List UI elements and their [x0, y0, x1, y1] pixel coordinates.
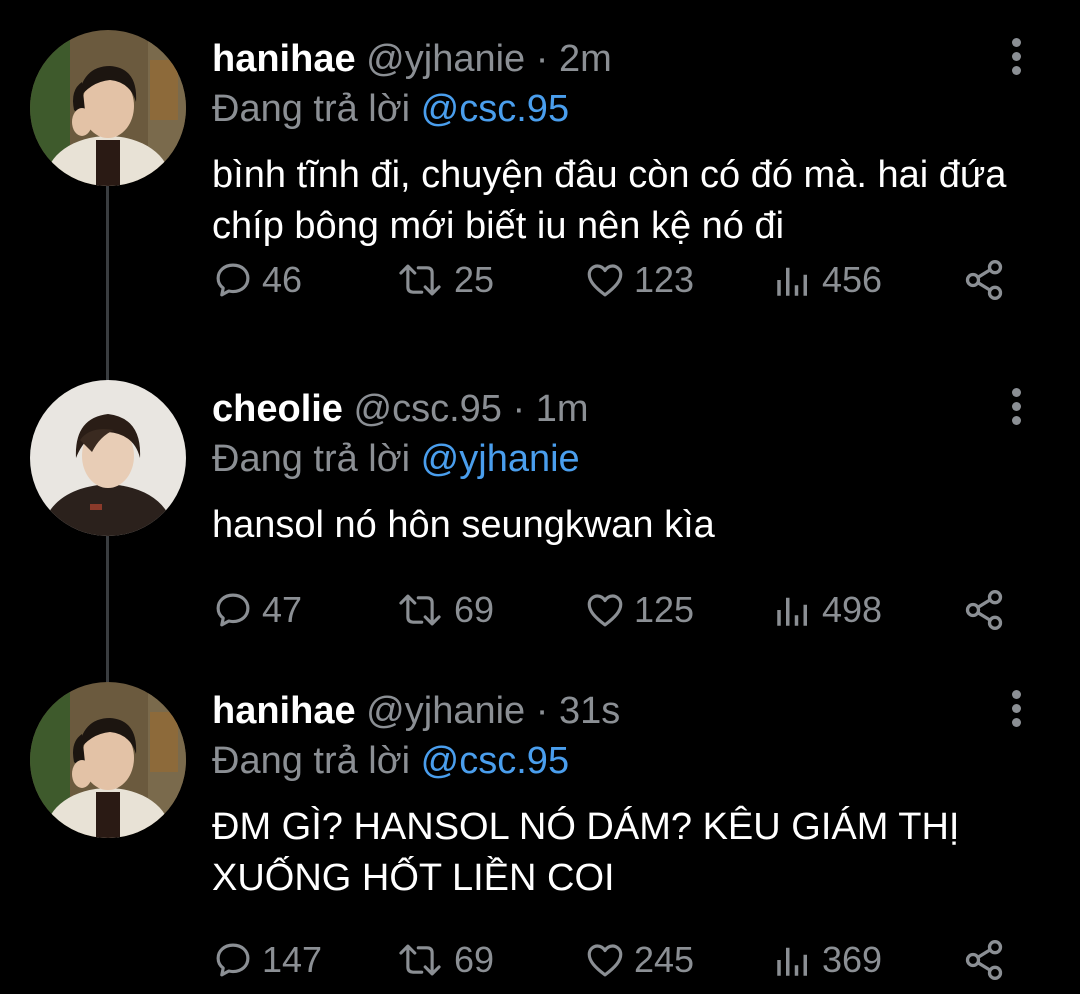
more-options-icon[interactable]: [1006, 388, 1026, 428]
avatar[interactable]: [30, 380, 186, 536]
views-button[interactable]: 456: [772, 252, 882, 308]
reply-button[interactable]: 46: [212, 252, 302, 308]
avatar-photo-hanihae: [30, 682, 186, 838]
reply-icon: [216, 943, 250, 977]
timestamp[interactable]: 1m: [536, 388, 589, 430]
replying-to: Đang trả lời @csc.95: [212, 86, 569, 132]
avatar[interactable]: [30, 682, 186, 838]
heart-icon: [587, 944, 623, 977]
display-name[interactable]: hanihae: [212, 690, 356, 732]
display-name[interactable]: cheolie: [212, 388, 343, 430]
share-button[interactable]: [962, 582, 1014, 638]
timestamp[interactable]: 2m: [559, 38, 612, 80]
more-options-icon[interactable]: [1006, 38, 1026, 78]
tweet-text: bình tĩnh đi, chuyện đâu còn có đó mà. h…: [212, 154, 1007, 247]
reply-count: 46: [262, 259, 303, 300]
views-icon: [777, 947, 807, 976]
retweet-count: 69: [454, 589, 495, 630]
retweet-button[interactable]: 69: [394, 582, 494, 638]
tweet-header: hanihae @yjhanie · 31s: [212, 688, 620, 734]
reply-button[interactable]: 47: [212, 582, 302, 638]
tweet-text: ĐM GÌ? HANSOL NÓ DÁM? KÊU GIÁM THỊ XUỐNG…: [212, 806, 960, 899]
heart-icon: [587, 264, 623, 297]
replying-to-label: Đang trả lời: [212, 88, 411, 130]
mention-link[interactable]: @csc.95: [421, 740, 569, 782]
reply-icon: [216, 263, 250, 297]
retweet-count: 25: [454, 259, 495, 300]
views-icon: [777, 597, 807, 626]
view-count: 456: [822, 259, 883, 300]
retweet-icon: [399, 264, 441, 296]
views-button[interactable]: 369: [772, 932, 882, 988]
like-count: 125: [634, 589, 695, 630]
reply-count: 47: [262, 589, 303, 630]
mention-link[interactable]: @yjhanie: [421, 438, 580, 480]
tweet-actions: 147 69 245 369: [212, 932, 1032, 988]
avatar-photo-cheolie: [30, 380, 186, 536]
avatar[interactable]: [30, 30, 186, 186]
retweet-button[interactable]: 25: [394, 252, 494, 308]
like-button[interactable]: 123: [584, 252, 694, 308]
replying-to-label: Đang trả lời: [212, 438, 411, 480]
display-name[interactable]: hanihae: [212, 38, 356, 80]
view-count: 369: [822, 939, 883, 980]
tweet-text: hansol nó hôn seungkwan kìa: [212, 504, 715, 546]
retweet-icon: [399, 594, 441, 626]
user-handle[interactable]: @yjhanie: [366, 690, 525, 732]
replying-to-label: Đang trả lời: [212, 740, 411, 782]
like-button[interactable]: 125: [584, 582, 694, 638]
replying-to: Đang trả lời @yjhanie: [212, 436, 580, 482]
share-icon: [965, 590, 1003, 630]
tweet[interactable]: hanihae @yjhanie · 31s Đang trả lời @csc…: [0, 652, 1080, 980]
reply-icon: [216, 593, 250, 627]
retweet-icon: [399, 944, 441, 976]
retweet-count: 69: [454, 939, 495, 980]
separator-dot: ·: [512, 388, 526, 430]
separator-dot: ·: [535, 38, 549, 80]
like-count: 245: [634, 939, 695, 980]
timestamp[interactable]: 31s: [559, 690, 620, 732]
tweet-actions: 46 25 123 456: [212, 252, 1032, 308]
share-button[interactable]: [962, 932, 1014, 988]
user-handle[interactable]: @csc.95: [354, 388, 502, 430]
tweet-actions: 47 69 125 498: [212, 582, 1032, 638]
views-icon: [777, 267, 807, 296]
share-icon: [965, 260, 1003, 300]
view-count: 498: [822, 589, 883, 630]
retweet-button[interactable]: 69: [394, 932, 494, 988]
heart-icon: [587, 594, 623, 627]
tweet[interactable]: hanihae @yjhanie · 2m Đang trả lời @csc.…: [0, 0, 1080, 320]
tweet-header: hanihae @yjhanie · 2m: [212, 36, 612, 82]
views-button[interactable]: 498: [772, 582, 882, 638]
share-button[interactable]: [962, 252, 1014, 308]
replying-to: Đang trả lời @csc.95: [212, 738, 569, 784]
user-handle[interactable]: @yjhanie: [366, 38, 525, 80]
mention-link[interactable]: @csc.95: [421, 88, 569, 130]
more-options-icon[interactable]: [1006, 690, 1026, 730]
tweet-header: cheolie @csc.95 · 1m: [212, 386, 589, 432]
share-icon: [965, 940, 1003, 980]
tweet[interactable]: cheolie @csc.95 · 1m Đang trả lời @yjhan…: [0, 350, 1080, 670]
reply-button[interactable]: 147: [212, 932, 322, 988]
like-count: 123: [634, 259, 695, 300]
separator-dot: ·: [535, 690, 549, 732]
reply-count: 147: [262, 939, 323, 980]
avatar-photo-hanihae: [30, 30, 186, 186]
like-button[interactable]: 245: [584, 932, 694, 988]
